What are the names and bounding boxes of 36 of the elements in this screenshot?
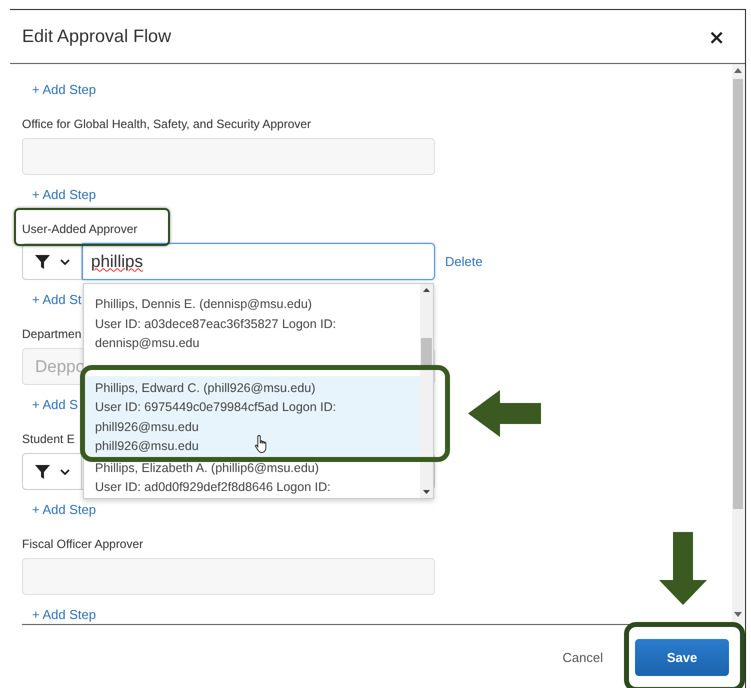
scroll-up-icon[interactable] <box>423 288 430 292</box>
add-step-link[interactable]: + Add S <box>32 396 78 412</box>
chevron-icon <box>60 258 70 264</box>
suggestion-item[interactable]: Phillips, Dennis E. (dennisp@msu.edu) User ID: a03dece87eac36f35827 Logon ID: dennisp@msu.edu <box>84 295 420 376</box>
scroll-down-icon[interactable] <box>734 612 742 617</box>
scrollbar-thumb[interactable] <box>733 79 743 509</box>
input-field[interactable] <box>22 558 435 595</box>
field-label: Student E <box>22 432 75 446</box>
add-step-link[interactable]: + Add Step <box>32 82 96 96</box>
scrollbar-track[interactable] <box>732 64 744 625</box>
close-button[interactable]: × <box>704 24 729 48</box>
field-label: User-Added Approver <box>22 222 138 236</box>
scrollbar-thumb[interactable] <box>421 338 432 368</box>
delete-link[interactable]: Delete <box>445 254 483 269</box>
filter-dropdown[interactable] <box>22 243 82 280</box>
cancel-link[interactable]: Cancel <box>562 650 603 664</box>
filter-icon <box>34 464 50 479</box>
filter-icon <box>34 254 50 269</box>
field-label: Fiscal Officer Approver <box>22 537 144 551</box>
filter-dropdown[interactable] <box>22 453 82 490</box>
chevron-icon <box>60 468 70 474</box>
add-step-link[interactable]: + Add St <box>32 292 82 306</box>
suggestion-item[interactable]: Phillips, Edward C. (phill926@msu.edu) User ID: 6975449c0e79984cf5ad Logon ID: phill926@msu.edu phill926@msu.edu <box>84 376 420 458</box>
scroll-down-icon[interactable] <box>423 490 430 494</box>
dialog-title: Edit Approval Flow <box>22 26 172 47</box>
field-label: Office for Global Health, Safety, and Security Approver <box>22 117 312 131</box>
suggestion-item[interactable]: Phillips, Elizabeth A. (phillip6@msu.edu) User ID: ad0d0f929def2f8d8646 Logon ID: <box>84 458 420 498</box>
add-step-link[interactable]: + Add Step <box>32 606 96 622</box>
add-step-link[interactable]: + Add Step <box>32 502 96 516</box>
field-label: Departmen <box>22 327 82 341</box>
add-step-link[interactable]: + Add Step <box>32 186 96 202</box>
input-field[interactable] <box>22 138 435 175</box>
save-button[interactable]: Save <box>635 638 729 676</box>
scroll-up-icon[interactable] <box>734 68 742 73</box>
search-field[interactable]: phillips <box>82 243 435 280</box>
scrollbar-track[interactable] <box>420 284 433 498</box>
